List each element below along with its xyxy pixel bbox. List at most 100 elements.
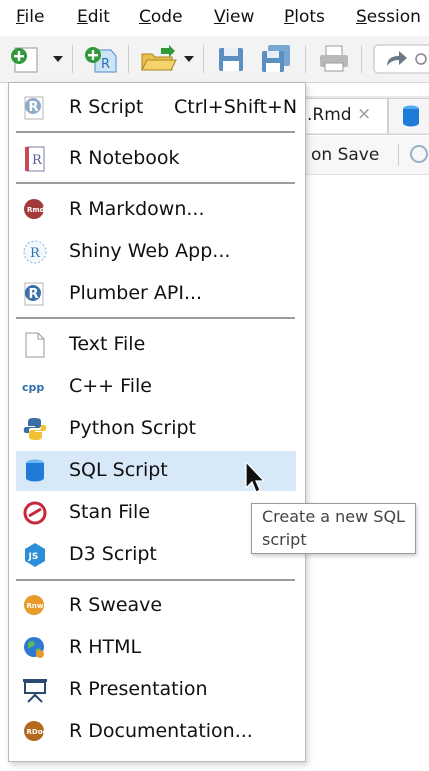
editor-toolbar: on Save (300, 136, 429, 175)
d3-icon: JS (25, 543, 45, 567)
svg-text:Rmd: Rmd (27, 206, 45, 214)
close-icon[interactable]: × (357, 104, 371, 124)
open-file-button[interactable] (139, 44, 177, 74)
search-icon[interactable] (410, 145, 428, 163)
menu-item-r-documentation[interactable]: RDoc R Documentation... (16, 715, 296, 749)
menu-code[interactable]: Code (139, 7, 183, 27)
menu-separator (16, 131, 295, 133)
plumber-icon: R (24, 282, 44, 306)
menu-session[interactable]: Session (356, 7, 421, 27)
toolbar-divider (305, 45, 306, 73)
menu-item-text-file[interactable]: Text File (16, 328, 296, 362)
svg-text:JS: JS (28, 552, 39, 562)
menu-item-plumber-api[interactable]: R Plumber API... (16, 277, 296, 311)
menu-item-r-notebook[interactable]: R R Notebook (16, 142, 296, 176)
menu-item-python-script[interactable]: Python Script (16, 412, 296, 446)
menu-edit[interactable]: Edit (77, 7, 110, 27)
toolbar-divider (398, 144, 399, 166)
sql-icon (26, 459, 44, 482)
save-all-icon (262, 45, 290, 72)
stan-icon (23, 501, 47, 525)
svg-text:Rnw: Rnw (27, 602, 44, 610)
menu-item-label: Python Script (69, 417, 197, 439)
menu-item-cpp-file[interactable]: cpp C++ File (16, 370, 296, 404)
menu-item-label: C++ File (69, 375, 152, 397)
menu-separator (16, 182, 295, 184)
svg-text:R: R (29, 287, 39, 302)
editor-tab-label: .Rmd (307, 105, 352, 125)
shiny-icon: R (23, 240, 47, 264)
menu-item-label: R Script (69, 96, 144, 118)
new-file-menu: R R Script Ctrl+Shift+N R R Notebook Rmd… (8, 82, 306, 762)
menu-item-r-script[interactable]: R R Script Ctrl+Shift+N (16, 91, 298, 125)
source-on-save-label[interactable]: on Save (311, 145, 379, 165)
print-button[interactable] (317, 44, 351, 74)
editor-tab-sql[interactable] (388, 98, 429, 133)
r-script-icon: R (24, 96, 44, 120)
open-file-dropdown-icon[interactable] (184, 56, 194, 62)
new-file-icon (11, 47, 38, 73)
toolbar-divider (128, 45, 129, 73)
new-file-dropdown-icon[interactable] (53, 56, 63, 62)
tooltip-text: Create a new SQL (262, 507, 405, 526)
svg-text:R: R (32, 153, 43, 168)
svg-text:R: R (101, 57, 110, 72)
presentation-icon (23, 679, 47, 703)
menu-file[interactable]: File (16, 7, 44, 27)
menu-separator (16, 579, 295, 581)
menu-bar: File Edit Code View Plots Session (0, 0, 429, 36)
menu-item-r-html[interactable]: R HTML (16, 631, 296, 665)
python-icon (23, 418, 47, 440)
menu-item-r-presentation[interactable]: R Presentation (16, 673, 296, 707)
sweave-icon: Rnw (24, 595, 44, 615)
save-all-button[interactable] (259, 44, 293, 74)
r-html-icon (24, 637, 44, 658)
menu-item-shiny-web-app[interactable]: R Shiny Web App... (16, 235, 296, 269)
menu-item-label: R Presentation (69, 678, 208, 700)
menu-item-r-sweave[interactable]: Rnw R Sweave (16, 589, 296, 623)
svg-text:R: R (30, 246, 41, 261)
save-icon (219, 48, 243, 71)
text-file-icon (25, 332, 45, 358)
go-to-file-icon (373, 44, 429, 74)
toolbar-divider (72, 45, 73, 73)
menu-item-label: R Documentation... (69, 720, 253, 742)
menu-item-shortcut: Ctrl+Shift+N (174, 96, 298, 118)
mouse-cursor-icon (245, 461, 266, 493)
menu-item-label: Text File (69, 333, 146, 355)
menu-item-label: R Markdown... (69, 198, 205, 220)
new-project-button[interactable]: R (83, 44, 119, 74)
tooltip-text: script (262, 530, 307, 549)
open-file-icon (141, 45, 177, 71)
svg-text:cpp: cpp (22, 381, 44, 394)
editor-tab[interactable]: .Rmd × (300, 98, 388, 133)
main-toolbar: R (0, 36, 429, 83)
database-icon (403, 105, 419, 127)
r-doc-icon: RDoc (24, 721, 47, 741)
print-icon (320, 45, 348, 72)
r-notebook-icon: R (25, 146, 45, 172)
menu-item-label: D3 Script (69, 543, 157, 565)
menu-item-label: R Sweave (69, 594, 163, 616)
menu-item-label: Plumber API... (69, 282, 203, 304)
menu-separator (16, 317, 295, 319)
menu-item-r-markdown[interactable]: Rmd R Markdown... (16, 193, 296, 227)
toolbar-divider (361, 45, 362, 73)
svg-text:R: R (29, 100, 39, 115)
r-markdown-icon: Rmd (24, 199, 45, 219)
new-file-button[interactable] (8, 44, 42, 74)
menu-item-label: R Notebook (69, 147, 180, 169)
go-to-file-button[interactable] (373, 44, 429, 74)
menu-plots[interactable]: Plots (284, 7, 325, 27)
menu-item-label: R HTML (69, 636, 142, 658)
toolbar-divider (203, 45, 204, 73)
menu-item-label: Stan File (69, 501, 151, 523)
menu-item-label: Shiny Web App... (69, 240, 231, 262)
menu-view[interactable]: View (214, 7, 254, 27)
new-project-icon: R (85, 47, 117, 73)
save-button[interactable] (216, 44, 246, 74)
tooltip: Create a new SQL script (251, 503, 416, 554)
svg-text:RDoc: RDoc (27, 728, 47, 736)
menu-item-label: SQL Script (69, 459, 168, 481)
cpp-icon: cpp (22, 381, 44, 394)
